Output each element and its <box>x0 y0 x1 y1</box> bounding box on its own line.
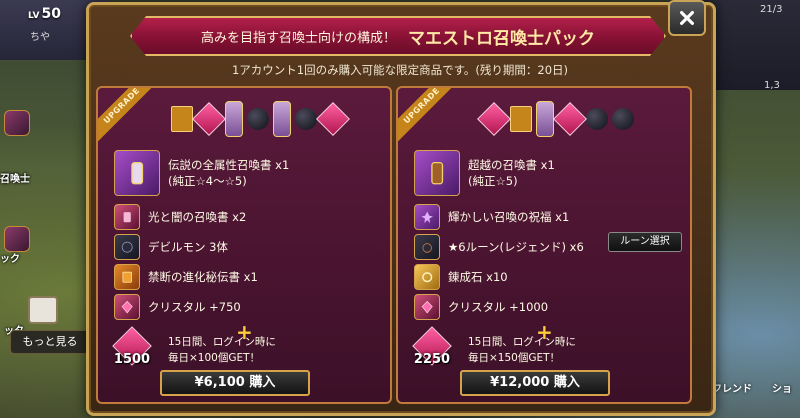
forbidden-book-icon <box>114 264 140 290</box>
title-banner: 高みを目指す召喚士向けの構成！ マエストロ召喚士パック <box>130 16 666 56</box>
shop-button[interactable]: ショ <box>772 380 792 395</box>
item-label: デビルモン 3体 <box>148 240 228 254</box>
pack-item: デビルモン 3体 <box>114 234 228 260</box>
item-label: 禁断の進化秘伝書 x1 <box>148 270 258 284</box>
bonus-amount: 2250 <box>413 352 451 367</box>
bonus-description: 15日間、ログイン時に 毎日×150個GET！ <box>468 336 576 364</box>
chest-icon[interactable] <box>28 296 58 324</box>
pack-item: 輝かしい召喚の祝福 x1 <box>414 204 569 230</box>
item-label: 伝説の全属性召喚書 x1 <box>168 158 290 172</box>
crystal-icon <box>114 294 140 320</box>
crystal-icon <box>192 102 226 136</box>
book-icon <box>510 106 532 132</box>
scroll-icon <box>225 101 243 137</box>
item-label: クリスタル +750 <box>148 300 241 314</box>
pack-item: 錬成石 x10 <box>414 264 508 290</box>
resource-value: 21/3 <box>760 4 783 15</box>
side-menu-icon[interactable] <box>4 110 30 136</box>
alchemy-stone-icon <box>414 264 440 290</box>
side-pack-icon[interactable] <box>4 226 30 252</box>
item-sublabel: (純正☆5) <box>468 174 518 188</box>
pack-item: 超越の召喚書 x1 (純正☆5) <box>414 150 555 196</box>
crystal-icon <box>316 102 350 136</box>
title-subtitle: 高みを目指す召喚士向けの構成！ <box>200 30 396 46</box>
crystal-icon <box>477 102 511 136</box>
item-label: 輝かしい召喚の祝福 x1 <box>448 210 570 224</box>
item-sublabel: (純正☆4〜☆5) <box>168 174 247 188</box>
pack-item: 禁断の進化秘伝書 x1 <box>114 264 258 290</box>
bonus-crystal-badge: 2250 <box>408 326 456 372</box>
upgrade-ribbon: UPGRADE <box>398 88 461 145</box>
scroll-icon <box>536 101 554 137</box>
pack-item: 伝説の全属性召喚書 x1 (純正☆4〜☆5) <box>114 150 289 196</box>
pack-item: 光と闇の召喚書 x2 <box>114 204 246 230</box>
more-button[interactable]: もっと見る <box>10 330 90 354</box>
rune-icon <box>612 108 634 130</box>
player-name: ちや <box>30 32 50 43</box>
pack-contents-art <box>158 96 358 142</box>
transcendence-scroll-icon <box>414 150 460 196</box>
item-label: 超越の召喚書 x1 <box>468 158 555 172</box>
bonus-amount: 1500 <box>113 352 151 367</box>
side-label-pack: ック <box>0 254 20 265</box>
item-label: ★6ルーン(レジェンド) x6 <box>448 240 584 254</box>
pack-item: クリスタル +750 <box>114 294 241 320</box>
blessing-icon <box>414 204 440 230</box>
rune-icon <box>586 108 608 130</box>
friend-button[interactable]: フレンド <box>712 380 752 395</box>
devilmon-icon <box>247 108 269 130</box>
buy-button-12000[interactable]: ¥12,000 購入 <box>460 370 610 396</box>
pack-card-maestro-1: UPGRADE 伝説の全属性召喚書 x1 (純正☆4〜☆5) 光と闇の召喚書 x… <box>96 86 392 404</box>
bonus-crystal-badge: 1500 <box>108 326 156 372</box>
light-dark-scroll-icon <box>114 204 140 230</box>
resource-value: 1,3 <box>764 80 780 91</box>
book-icon <box>171 106 193 132</box>
pack-contents-art <box>458 96 658 142</box>
page-title: マエストロ召喚士パック <box>408 28 595 49</box>
crystal-icon <box>553 102 587 136</box>
item-label: 錬成石 x10 <box>448 270 508 284</box>
rune-icon <box>414 234 440 260</box>
pack-item: ★6ルーン(レジェンド) x6 <box>414 234 584 260</box>
legendary-scroll-icon <box>114 150 160 196</box>
item-label: クリスタル +1000 <box>448 300 549 314</box>
item-label: 光と闇の召喚書 x2 <box>148 210 247 224</box>
bonus-description: 15日間、ログイン時に 毎日×100個GET！ <box>168 336 276 364</box>
close-button[interactable] <box>668 0 706 36</box>
devilmon-icon <box>114 234 140 260</box>
level-badge: LV 50 <box>28 6 61 22</box>
rune-select-button[interactable]: ルーン選択 <box>608 232 682 252</box>
devilmon-icon <box>295 108 317 130</box>
close-icon <box>680 11 694 25</box>
upgrade-ribbon: UPGRADE <box>98 88 161 145</box>
pack-item: クリスタル +1000 <box>414 294 548 320</box>
crystal-icon <box>414 294 440 320</box>
side-label-summoner: 召喚士 <box>0 174 30 185</box>
buy-button-6100[interactable]: ¥6,100 購入 <box>160 370 310 396</box>
pack-card-maestro-2: UPGRADE 超越の召喚書 x1 (純正☆5) 輝かしい召喚の祝福 x1 ★6… <box>396 86 692 404</box>
limit-notice: 1アカウント1回のみ購入可能な限定商品です。(残り期間：20日) <box>231 63 569 77</box>
scroll-icon <box>273 101 291 137</box>
